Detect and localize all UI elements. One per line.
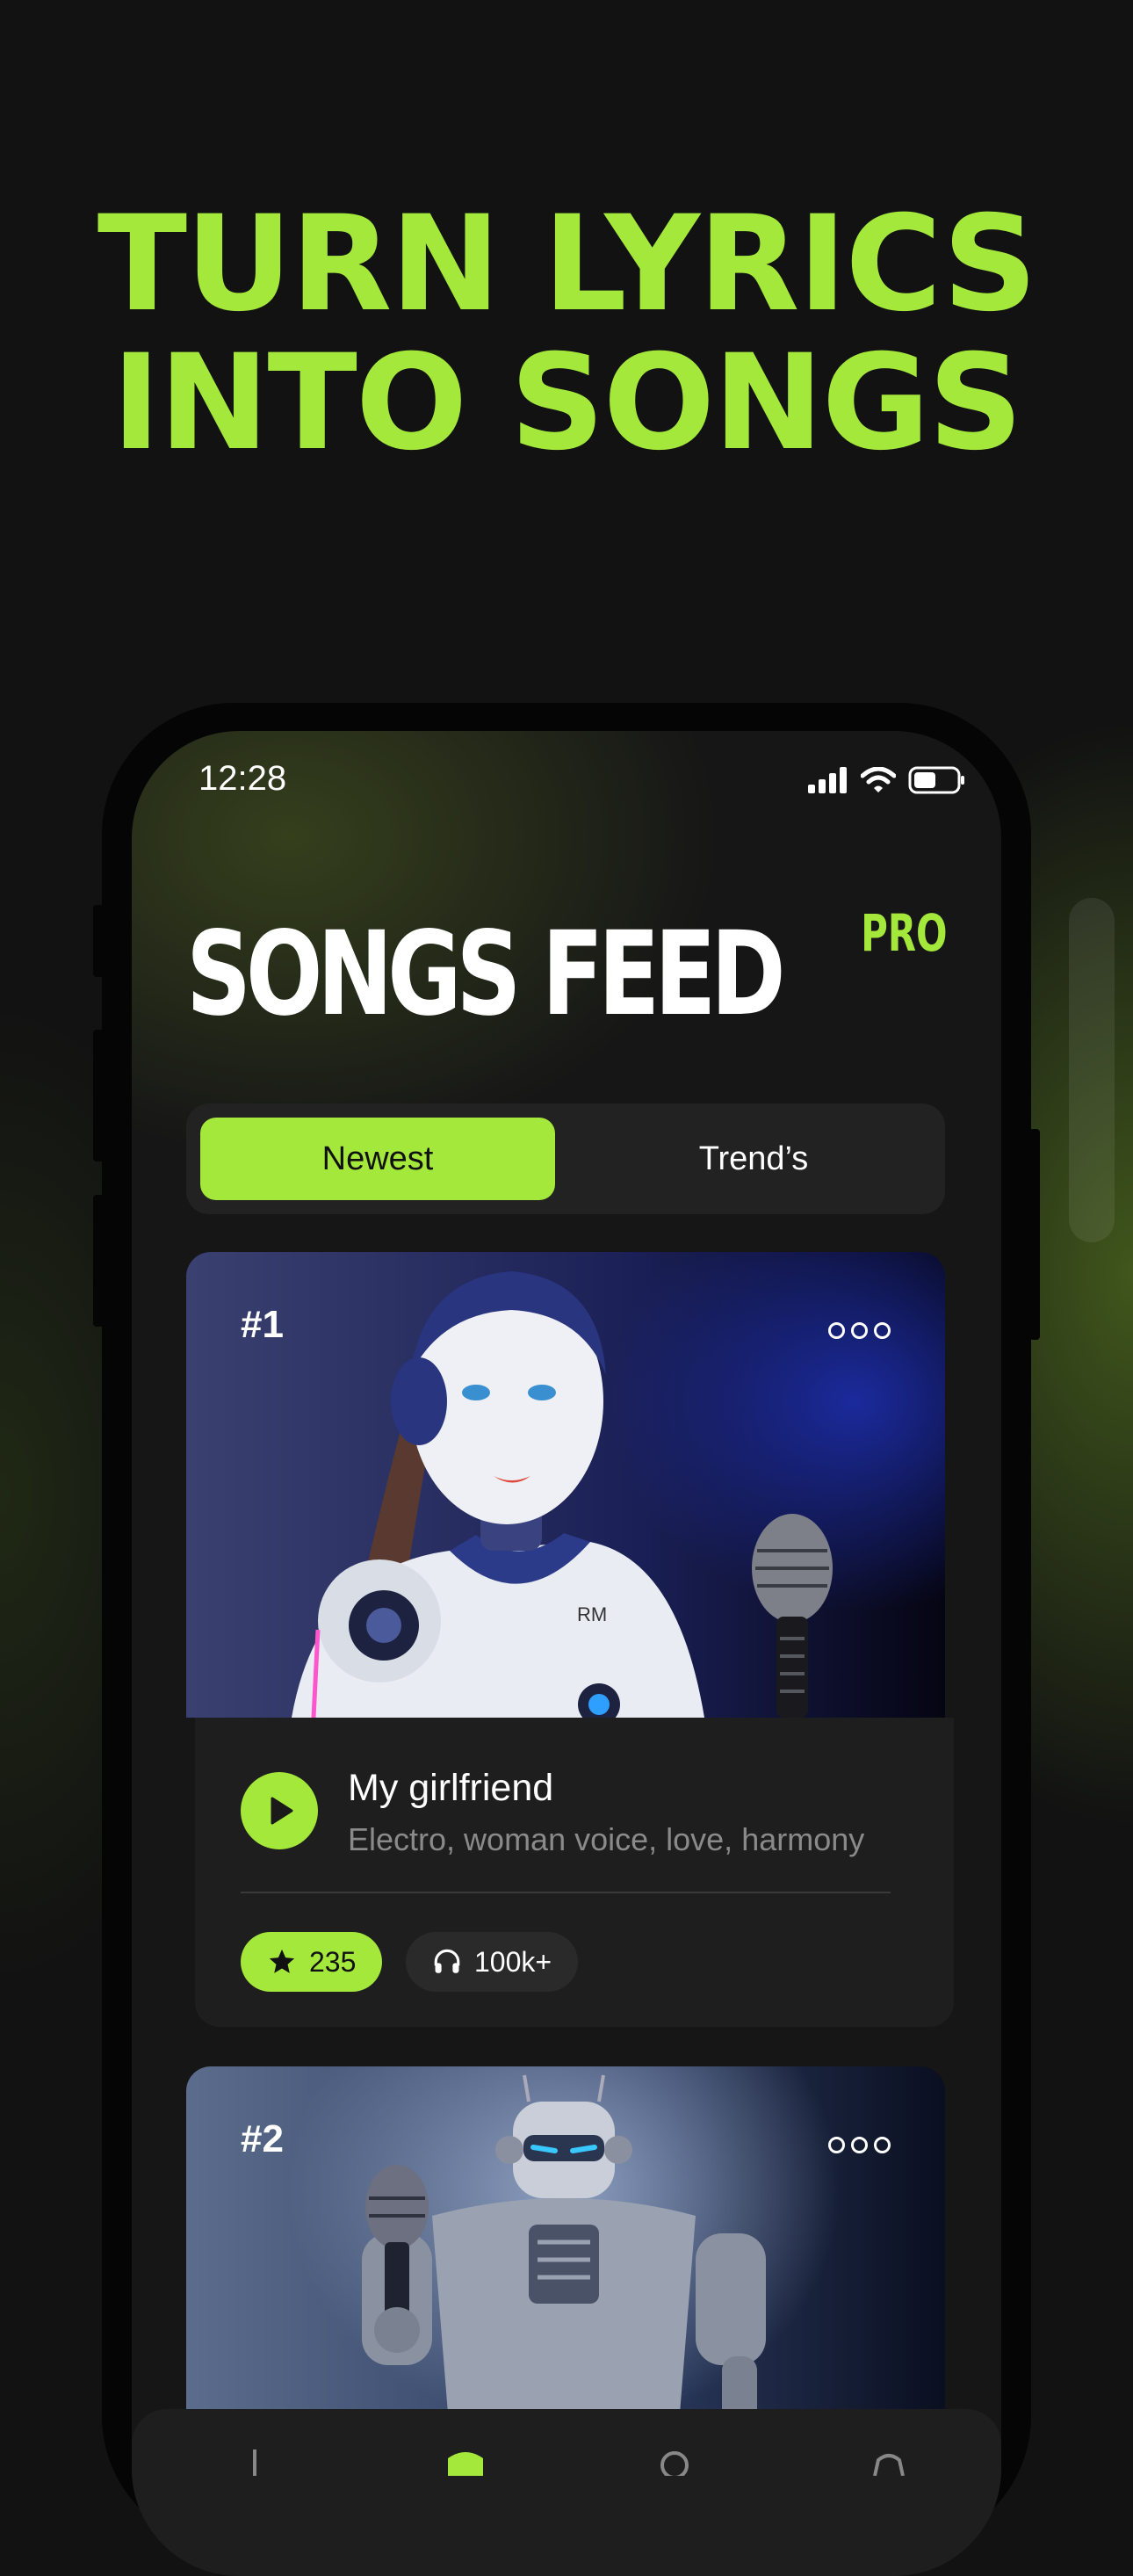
phone-side-button	[93, 905, 104, 977]
page-title: SONGS FEED	[186, 907, 786, 1042]
song-card: My girlfriend Electro, woman voice, love…	[195, 1718, 954, 2027]
settings-icon[interactable]	[864, 2441, 913, 2476]
headline-line-2: INTO SONGS	[112, 327, 1023, 480]
pro-button[interactable]: PRO	[861, 903, 947, 963]
headline-line-1: TURN LYRICS	[97, 188, 1037, 341]
app-screen: 12:28 SONGS FEED PRO Newest Trend’s RM #…	[132, 731, 1001, 2576]
scroll-indicator	[1069, 898, 1115, 1242]
chart-icon[interactable]	[230, 2441, 279, 2476]
song-cover-image[interactable]: #2	[186, 2066, 945, 2435]
song-rank: #2	[241, 2117, 284, 2160]
wifi-icon	[861, 767, 896, 792]
robot-singer-illustration	[362, 2074, 766, 2435]
bottom-tab-bar	[132, 2409, 1001, 2576]
play-button[interactable]	[241, 1772, 318, 1849]
rating-count: 235	[309, 1945, 357, 1978]
tab-newest[interactable]: Newest	[200, 1118, 555, 1200]
song-title: My girlfriend	[348, 1767, 554, 1809]
play-icon	[271, 1797, 293, 1825]
battery-icon	[908, 766, 964, 794]
listens-count: 100k+	[474, 1945, 552, 1978]
tab-trends[interactable]: Trend’s	[576, 1118, 931, 1200]
rating-badge[interactable]: 235	[241, 1932, 383, 1992]
phone-volume-down	[93, 1195, 104, 1327]
mic-icon[interactable]	[650, 2441, 699, 2476]
svg-text:RM: RM	[577, 1603, 607, 1625]
more-options-icon[interactable]	[828, 2137, 891, 2153]
star-icon	[269, 1949, 295, 1973]
promo-headline: TURN LYRICS INTO SONGS	[0, 195, 1133, 473]
status-time: 12:28	[198, 759, 287, 798]
feed-icon[interactable]	[441, 2441, 490, 2476]
status-icons	[808, 766, 966, 794]
headphones-icon	[434, 1949, 460, 1973]
card-divider	[241, 1892, 891, 1893]
signal-icon	[808, 767, 847, 793]
song-rank: #1	[241, 1303, 284, 1346]
feed-tabs: Newest Trend’s	[186, 1103, 945, 1214]
phone-power-button	[1029, 1129, 1040, 1340]
listens-badge: 100k+	[406, 1932, 579, 1992]
phone-volume-up	[93, 1030, 104, 1161]
song-tags: Electro, woman voice, love, harmony	[348, 1821, 865, 1857]
more-options-icon[interactable]	[828, 1322, 891, 1339]
song-cover-image[interactable]: RM #1	[186, 1252, 945, 1718]
